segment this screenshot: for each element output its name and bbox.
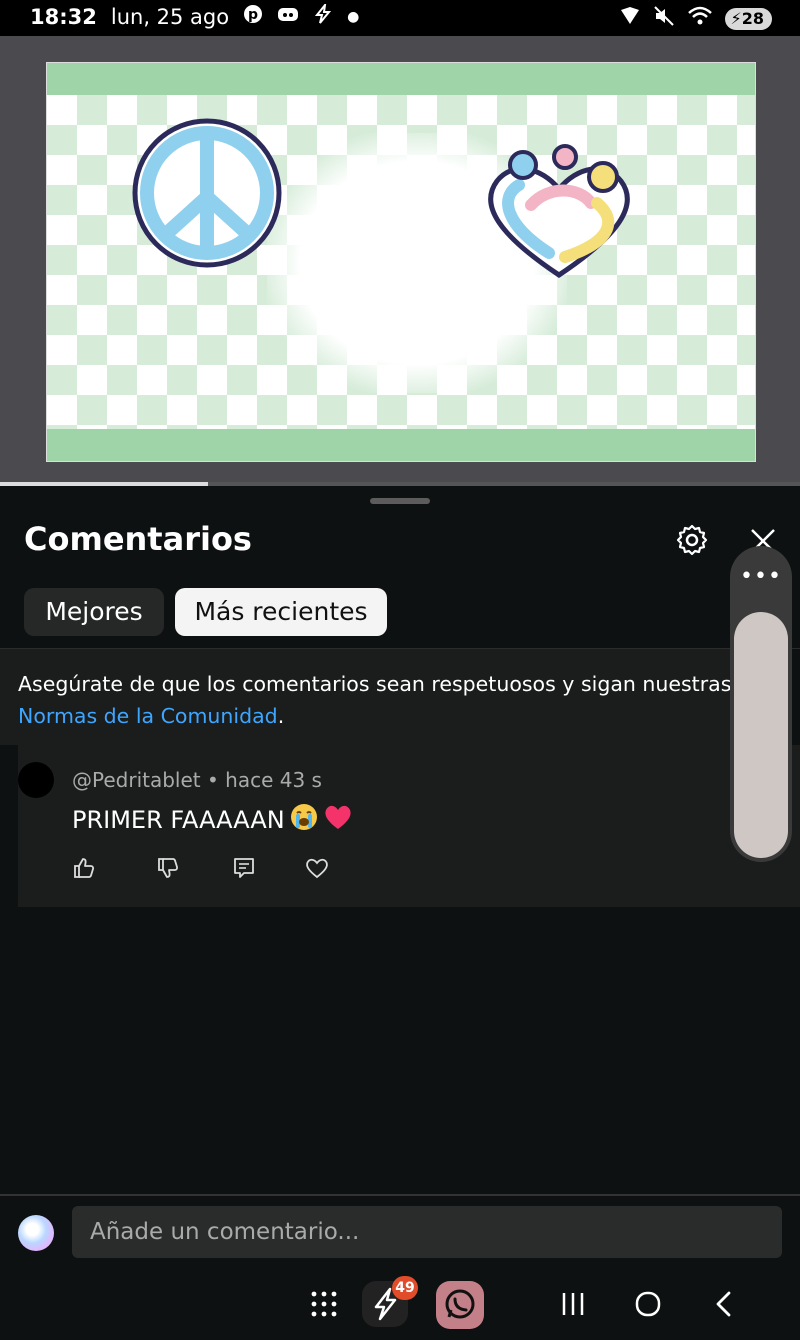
- thumbs-down-icon: [158, 858, 179, 878]
- user-avatar[interactable]: [18, 1215, 54, 1251]
- comment-input[interactable]: Añade un comentario...: [72, 1206, 782, 1258]
- video-top-band: [47, 63, 755, 95]
- notification-dot-icon: ●: [347, 8, 360, 25]
- family-heart-icon: [479, 125, 639, 289]
- divider: [0, 1194, 800, 1196]
- video-frame: [46, 62, 756, 462]
- bolt-icon: [313, 1, 333, 29]
- status-bar: 18:32 lun, 25 ago p ● ⚡28: [0, 0, 800, 36]
- peace-symbol-icon: [131, 117, 283, 273]
- red-heart-icon: [323, 803, 353, 837]
- video-bottom-band: [47, 429, 755, 461]
- battery-indicator: ⚡28: [724, 7, 772, 30]
- loudly-crying-face-icon: [289, 802, 319, 838]
- svg-text:p: p: [248, 7, 258, 23]
- comment-body: PRIMER FAAAAAN: [72, 806, 285, 834]
- reply-comment-icon: [234, 858, 254, 878]
- tab-mas-recientes[interactable]: Más recientes: [175, 588, 387, 636]
- video-player[interactable]: [0, 36, 800, 484]
- video-progress-fill: [0, 482, 208, 486]
- notice-body: Asegúrate de que los comentarios sean re…: [18, 672, 732, 696]
- comment-text: PRIMER FAAAAAN: [72, 802, 353, 838]
- dislike-button[interactable]: [156, 856, 180, 884]
- status-right: ⚡28: [619, 5, 772, 32]
- settings-gear-icon[interactable]: [674, 522, 710, 562]
- notice-suffix: .: [277, 704, 285, 728]
- tab-mejores[interactable]: Mejores: [24, 588, 164, 636]
- back-icon[interactable]: [712, 1290, 736, 1322]
- video-progress-bar[interactable]: [0, 482, 800, 486]
- like-button[interactable]: [72, 856, 96, 884]
- notification-badge: 49: [392, 1276, 418, 1300]
- status-left: 18:32 lun, 25 ago p ●: [30, 1, 360, 29]
- battery-level: 28: [741, 8, 764, 28]
- status-time: 18:32: [30, 4, 97, 29]
- community-guidelines-link[interactable]: Normas de la Comunidad: [18, 704, 278, 728]
- wifi-icon: [687, 5, 713, 32]
- whatsapp-icon[interactable]: [436, 1281, 484, 1329]
- thumbs-up-icon: [74, 858, 95, 878]
- commenter-avatar[interactable]: [18, 762, 54, 798]
- mute-icon: [653, 5, 675, 32]
- battery-bolt-icon: ⚡: [730, 8, 742, 28]
- community-notice-text: Asegúrate de que los comentarios sean re…: [18, 668, 778, 732]
- comment-author[interactable]: @Pedritablet: [72, 768, 201, 792]
- discord-icon: [277, 5, 299, 28]
- home-icon[interactable]: [634, 1290, 662, 1322]
- status-date: lun, 25 ago: [110, 4, 230, 29]
- pinterest-icon: p: [243, 4, 263, 29]
- volume-more-options-icon[interactable]: •••: [730, 566, 792, 588]
- volume-slider[interactable]: [734, 612, 788, 858]
- sheet-drag-handle[interactable]: [370, 498, 430, 504]
- comment-meta: @Pedritablet • hace 43 s: [72, 768, 322, 792]
- reply-button[interactable]: [232, 856, 256, 884]
- comments-title: Comentarios: [24, 520, 252, 558]
- heart-button[interactable]: [304, 856, 330, 884]
- recent-apps-icon[interactable]: [560, 1290, 586, 1322]
- vpn-shield-icon: [619, 6, 641, 31]
- comment-meta-separator: •: [206, 768, 226, 792]
- comment-time: hace 43 s: [225, 768, 322, 792]
- app-drawer-icon[interactable]: [310, 1290, 338, 1322]
- volume-panel[interactable]: •••: [730, 546, 792, 862]
- heart-outline-icon: [306, 858, 328, 879]
